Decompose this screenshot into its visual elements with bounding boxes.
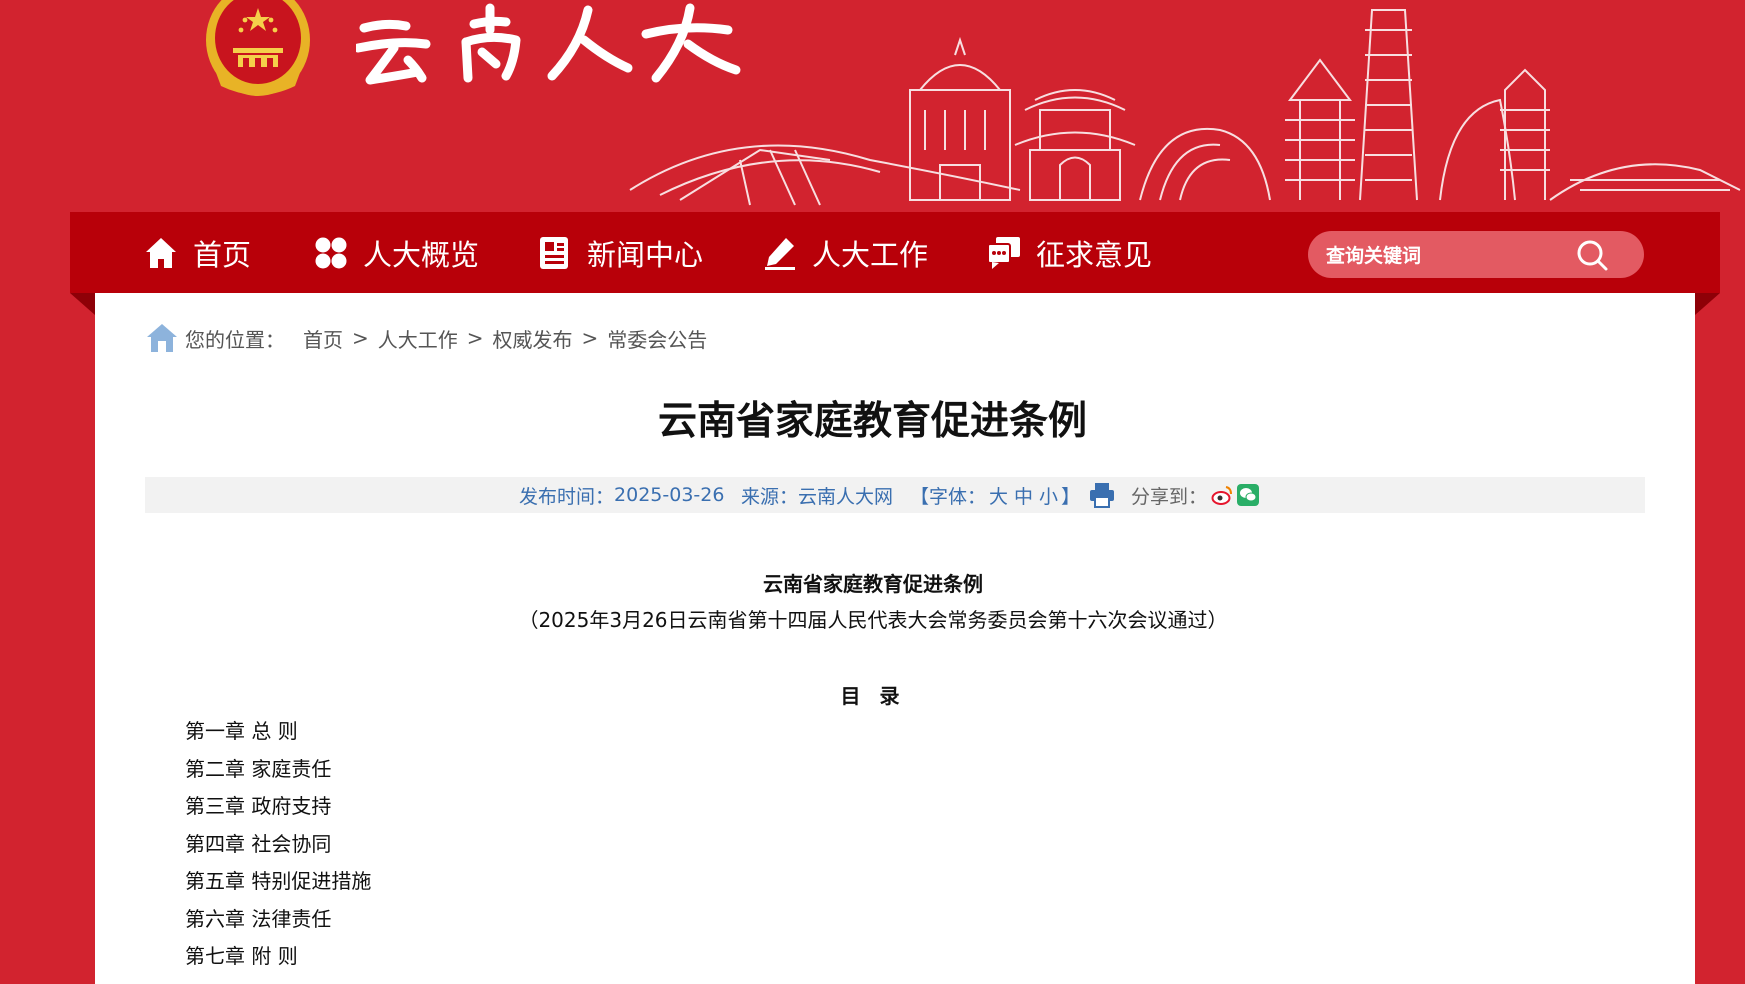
toc-item: 第四章 社会协同 — [185, 831, 332, 856]
share-bar: 分享到： — [1131, 477, 1260, 513]
source-value: 云南人大网 — [798, 485, 894, 508]
location-home-icon — [147, 324, 177, 352]
nav-item-news[interactable]: 新闻中心 — [537, 212, 703, 293]
nav-item-label: 新闻中心 — [587, 237, 704, 272]
nav-item-opinions[interactable]: 征求意见 — [986, 212, 1152, 293]
search-icon[interactable] — [1575, 238, 1609, 272]
nav-item-label: 征求意见 — [1036, 237, 1153, 272]
breadcrumb-work[interactable]: 人大工作 — [378, 324, 458, 353]
nav-item-home[interactable]: 首页 — [143, 212, 251, 293]
print-icon — [1090, 483, 1114, 508]
font-size-open: 【字体： — [910, 485, 987, 508]
breadcrumb-separator: > — [352, 326, 369, 350]
share-label: 分享到： — [1131, 485, 1208, 508]
breadcrumb-home[interactable]: 首页 — [303, 324, 343, 353]
toc-item: 第三章 政府支持 — [185, 794, 332, 818]
date-label: 发布时间： — [519, 485, 615, 508]
table-of-contents: 第一章 总 则 第二章 家庭责任 第三章 政府支持 第四章 社会协同 第五章 特… — [185, 713, 371, 976]
nav-item-label: 人大工作 — [812, 237, 929, 272]
breadcrumb-separator: > — [581, 326, 599, 350]
breadcrumb-separator: > — [466, 326, 484, 350]
nav-ribbon-left — [70, 293, 95, 315]
source-label: 来源： — [741, 485, 799, 508]
document-subtitle: （2025年3月26日云南省第十四届人民代表大会常务委员会第十六次会议通过） — [518, 608, 1228, 632]
font-size-large[interactable]: 大 — [989, 482, 1008, 509]
nav-item-label: 首页 — [193, 237, 252, 272]
nav-item-overview[interactable]: 人大概览 — [313, 212, 479, 293]
document-title: 云南省家庭教育促进条例 — [763, 572, 983, 596]
article-title: 云南省家庭教育促进条例 — [657, 399, 1087, 444]
breadcrumb-label: 您的位置： — [185, 327, 285, 352]
publish-date: 发布时间： 2025-03-26 — [519, 477, 724, 513]
font-size-close: 】 — [1061, 485, 1081, 508]
toc-item: 第二章 家庭责任 — [185, 756, 332, 781]
font-size-switcher: 【字体： 大 中 小 】 — [910, 477, 1080, 513]
font-size-medium[interactable]: 中 — [1014, 482, 1033, 509]
toc-heading: 目 录 — [840, 684, 906, 708]
toc-item: 第五章 特别促进措施 — [185, 869, 372, 893]
wechat-icon[interactable] — [1237, 484, 1260, 506]
breadcrumb-release[interactable]: 权威发布 — [493, 324, 573, 353]
print-button[interactable] — [1088, 477, 1116, 513]
grid-icon — [315, 237, 347, 268]
toc-item: 第七章 附 则 — [185, 944, 298, 968]
article-source: 来源： 云南人大网 — [741, 477, 893, 513]
header-banner — [0, 0, 1745, 212]
chat-icon — [987, 236, 1020, 269]
toc-item: 第六章 法律责任 — [185, 906, 332, 931]
breadcrumb-announcement[interactable]: 常委会公告 — [607, 324, 707, 353]
weibo-icon[interactable] — [1211, 484, 1233, 506]
nav-ribbon-right — [1695, 293, 1720, 315]
search-input[interactable] — [1324, 238, 1568, 273]
article-meta-bar — [145, 477, 1645, 513]
news-icon — [540, 236, 568, 269]
pencil-icon — [765, 237, 795, 270]
toc-item: 第一章 总 则 — [185, 719, 298, 743]
nav-item-work[interactable]: 人大工作 — [762, 212, 928, 293]
nav-item-label: 人大概览 — [363, 237, 480, 272]
national-emblem-icon — [206, 0, 310, 96]
breadcrumb: 您的位置： 首页 > 人大工作 > 权威发布 > 常委会公告 — [145, 320, 707, 356]
date-value: 2025-03-26 — [614, 484, 725, 506]
home-icon — [146, 237, 176, 268]
city-skyline-illustration — [629, 9, 1741, 206]
font-size-small[interactable]: 小 — [1039, 482, 1058, 509]
